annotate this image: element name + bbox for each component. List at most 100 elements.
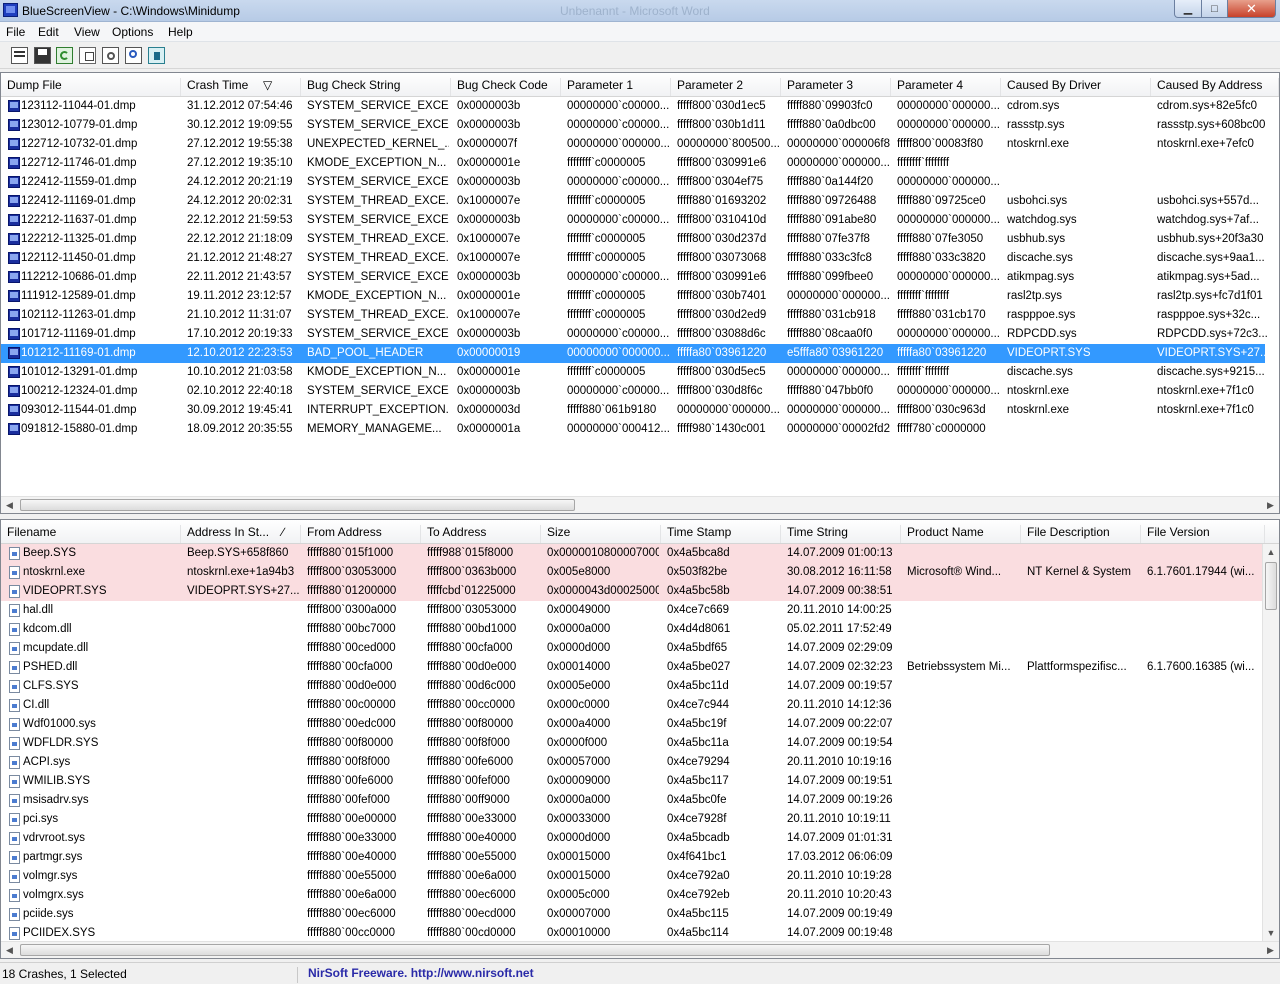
driver-row[interactable]: mcupdate.dll fffff880`00ced000 fffff880`00… bbox=[1, 639, 1265, 658]
options-icon[interactable] bbox=[102, 47, 119, 64]
crash-row[interactable]: 122112-11450-01.dmp 21.12.2012 21:48:27 SY… bbox=[1, 249, 1265, 268]
refresh-icon[interactable] bbox=[56, 47, 73, 64]
crash-cell: e5fffa80`03961220 bbox=[787, 347, 884, 359]
driver-cell: fffff880`00e33000 bbox=[427, 813, 517, 825]
scroll-left-arrow-icon[interactable]: ◀ bbox=[1, 497, 18, 513]
scroll-thumb[interactable] bbox=[20, 944, 1050, 956]
driver-cell: 0x4a5bcadb bbox=[667, 832, 730, 844]
driver-cell: 6.1.7600.16385 (wi... bbox=[1147, 661, 1255, 673]
crash-list-horizontal-scrollbar[interactable]: ◀ ▶ bbox=[1, 496, 1279, 513]
menu-options[interactable]: Options bbox=[112, 25, 153, 39]
driver-row[interactable]: ntoskrnl.exe ntoskrnl.exe+1a94b3 fffff800`… bbox=[1, 563, 1265, 582]
crash-row[interactable]: 123012-10779-01.dmp 30.12.2012 19:09:55 SY… bbox=[1, 116, 1265, 135]
col-from-address[interactable]: From Address bbox=[301, 525, 421, 543]
crash-row[interactable]: 112212-10686-01.dmp 22.11.2012 21:43:57 SY… bbox=[1, 268, 1265, 287]
menu-file[interactable]: File bbox=[6, 25, 25, 39]
driver-row[interactable]: CI.dll fffff880`00c00000 fffff880`00cc0000… bbox=[1, 696, 1265, 715]
driver-row[interactable]: msisadrv.sys fffff880`00fef000 fffff880`00… bbox=[1, 791, 1265, 810]
col-parameter-1[interactable]: Parameter 1 bbox=[561, 78, 671, 96]
driver-row[interactable]: Beep.SYS Beep.SYS+658f860 fffff880`015f100… bbox=[1, 544, 1265, 563]
col-time-stamp[interactable]: Time Stamp bbox=[661, 525, 781, 543]
col-product-name[interactable]: Product Name bbox=[901, 525, 1021, 543]
col-file-version[interactable]: File Version bbox=[1141, 525, 1265, 543]
crash-cell: 0x0000003d bbox=[457, 404, 521, 416]
col-parameter-3[interactable]: Parameter 3 bbox=[781, 78, 891, 96]
properties-icon[interactable] bbox=[11, 47, 28, 64]
crash-row[interactable]: 101012-13291-01.dmp 10.10.2012 21:03:58 KM… bbox=[1, 363, 1265, 382]
crash-row[interactable]: 102112-11263-01.dmp 21.10.2012 11:31:07 SY… bbox=[1, 306, 1265, 325]
crash-row[interactable]: 122412-11169-01.dmp 24.12.2012 20:02:31 SY… bbox=[1, 192, 1265, 211]
maximize-button[interactable]: □ bbox=[1201, 0, 1228, 18]
nirsoft-link[interactable]: NirSoft Freeware. http://www.nirsoft.net bbox=[308, 966, 534, 980]
crash-row[interactable]: 100212-12324-01.dmp 02.10.2012 22:40:18 SY… bbox=[1, 382, 1265, 401]
crash-cell: fffff880`031cb918 bbox=[787, 309, 876, 321]
menu-edit[interactable]: Edit bbox=[38, 25, 59, 39]
driver-row[interactable]: vdrvroot.sys fffff880`00e33000 fffff880`00… bbox=[1, 829, 1265, 848]
driver-row[interactable]: partmgr.sys fffff880`00e40000 fffff880`00e… bbox=[1, 848, 1265, 867]
crash-row[interactable]: 122712-10732-01.dmp 27.12.2012 19:55:38 UN… bbox=[1, 135, 1265, 154]
crash-row[interactable]: 101212-11169-01.dmp 12.10.2012 22:23:53 BA… bbox=[1, 344, 1267, 363]
col-size[interactable]: Size bbox=[541, 525, 661, 543]
driver-cell: 0x4ce792eb bbox=[667, 889, 730, 901]
col-dump-file[interactable]: Dump File bbox=[1, 78, 181, 96]
col-bug-check-code[interactable]: Bug Check Code bbox=[451, 78, 561, 96]
driver-cell: fffff988`015f8000 bbox=[427, 547, 514, 559]
crash-row[interactable]: 122412-11559-01.dmp 24.12.2012 20:21:19 SY… bbox=[1, 173, 1265, 192]
scroll-thumb[interactable] bbox=[20, 499, 575, 511]
driver-row[interactable]: Wdf01000.sys fffff880`00edc000 fffff880`00… bbox=[1, 715, 1265, 734]
crash-row[interactable]: 122212-11637-01.dmp 22.12.2012 21:59:53 SY… bbox=[1, 211, 1265, 230]
driver-row[interactable]: hal.dll fffff800`0300a000 fffff800`0305300… bbox=[1, 601, 1265, 620]
driver-row[interactable]: VIDEOPRT.SYS VIDEOPRT.SYS+27... fffff880`0… bbox=[1, 582, 1265, 601]
scroll-thumb[interactable] bbox=[1265, 562, 1277, 610]
driver-row[interactable]: WDFLDR.SYS fffff880`00f80000 fffff880`00f8… bbox=[1, 734, 1265, 753]
driver-cell: 0x4ce7c944 bbox=[667, 699, 730, 711]
minimize-button[interactable]: ▁ bbox=[1174, 0, 1202, 18]
col-crash-time[interactable]: Crash Time bbox=[181, 78, 301, 96]
crash-row[interactable]: 111912-12589-01.dmp 19.11.2012 23:12:57 KM… bbox=[1, 287, 1265, 306]
driver-row[interactable]: PSHED.dll fffff880`00cfa000 fffff880`00d0e… bbox=[1, 658, 1265, 677]
driver-row[interactable]: WMILIB.SYS fffff880`00fe6000 fffff880`00fe… bbox=[1, 772, 1265, 791]
menu-view[interactable]: View bbox=[74, 25, 100, 39]
col-bug-check-string[interactable]: Bug Check String bbox=[301, 78, 451, 96]
crash-list[interactable]: Dump File Crash Time ▽ Bug Check String … bbox=[0, 72, 1280, 514]
crash-row[interactable]: 122712-11746-01.dmp 27.12.2012 19:35:10 KM… bbox=[1, 154, 1265, 173]
crash-row[interactable]: 101712-11169-01.dmp 17.10.2012 20:19:33 SY… bbox=[1, 325, 1267, 344]
crash-cell: fffff800`0310410d bbox=[677, 214, 767, 226]
exit-icon[interactable] bbox=[148, 47, 165, 64]
driver-list[interactable]: Filename Address In St... ∕ From Address… bbox=[0, 519, 1280, 959]
scroll-up-arrow-icon[interactable]: ▲ bbox=[1263, 544, 1279, 560]
close-button[interactable]: ✕ bbox=[1227, 0, 1276, 18]
col-caused-by-driver[interactable]: Caused By Driver bbox=[1001, 78, 1151, 96]
crash-row[interactable]: 093012-11544-01.dmp 30.09.2012 19:45:41 IN… bbox=[1, 401, 1265, 420]
find-icon[interactable] bbox=[125, 47, 142, 64]
driver-row[interactable]: kdcom.dll fffff880`00bc7000 fffff880`00bd1… bbox=[1, 620, 1265, 639]
driver-row[interactable]: pciide.sys fffff880`00ec6000 fffff880`00ec… bbox=[1, 905, 1265, 924]
scroll-right-arrow-icon[interactable]: ▶ bbox=[1262, 497, 1279, 513]
driver-list-vertical-scrollbar[interactable]: ▲ ▼ bbox=[1262, 544, 1279, 941]
scroll-down-arrow-icon[interactable]: ▼ bbox=[1263, 925, 1279, 941]
driver-row[interactable]: ACPI.sys fffff880`00f8f000 fffff880`00fe60… bbox=[1, 753, 1265, 772]
crash-cell: SYSTEM_SERVICE_EXCE... bbox=[307, 271, 449, 283]
driver-row[interactable]: volmgr.sys fffff880`00e55000 fffff880`00e6… bbox=[1, 867, 1265, 886]
menu-help[interactable]: Help bbox=[168, 25, 193, 39]
crash-row[interactable]: 122212-11325-01.dmp 22.12.2012 21:18:09 SY… bbox=[1, 230, 1265, 249]
crash-cell: 0x1000007e bbox=[457, 252, 521, 264]
scroll-right-arrow-icon[interactable]: ▶ bbox=[1262, 942, 1279, 958]
col-parameter-2[interactable]: Parameter 2 bbox=[671, 78, 781, 96]
driver-row[interactable]: volmgrx.sys fffff880`00e6a000 fffff880`00e… bbox=[1, 886, 1265, 905]
col-time-string[interactable]: Time String bbox=[781, 525, 901, 543]
crash-row[interactable]: 091812-15880-01.dmp 18.09.2012 20:35:55 ME… bbox=[1, 420, 1265, 439]
col-parameter-4[interactable]: Parameter 4 bbox=[891, 78, 1001, 96]
driver-list-horizontal-scrollbar[interactable]: ◀ ▶ bbox=[1, 941, 1279, 958]
col-caused-by-address[interactable]: Caused By Address bbox=[1151, 78, 1279, 96]
crash-row[interactable]: 123112-11044-01.dmp 31.12.2012 07:54:46 SY… bbox=[1, 97, 1265, 116]
col-to-address[interactable]: To Address bbox=[421, 525, 541, 543]
dump-file-icon bbox=[8, 233, 20, 245]
save-icon[interactable] bbox=[34, 47, 51, 64]
col-file-description[interactable]: File Description bbox=[1021, 525, 1141, 543]
scroll-left-arrow-icon[interactable]: ◀ bbox=[1, 942, 18, 958]
driver-row[interactable]: pci.sys fffff880`00e00000 fffff880`00e3300… bbox=[1, 810, 1265, 829]
copy-icon[interactable] bbox=[79, 47, 96, 64]
col-filename[interactable]: Filename bbox=[1, 525, 181, 543]
driver-row[interactable]: CLFS.SYS fffff880`00d0e000 fffff880`00d6c0… bbox=[1, 677, 1265, 696]
